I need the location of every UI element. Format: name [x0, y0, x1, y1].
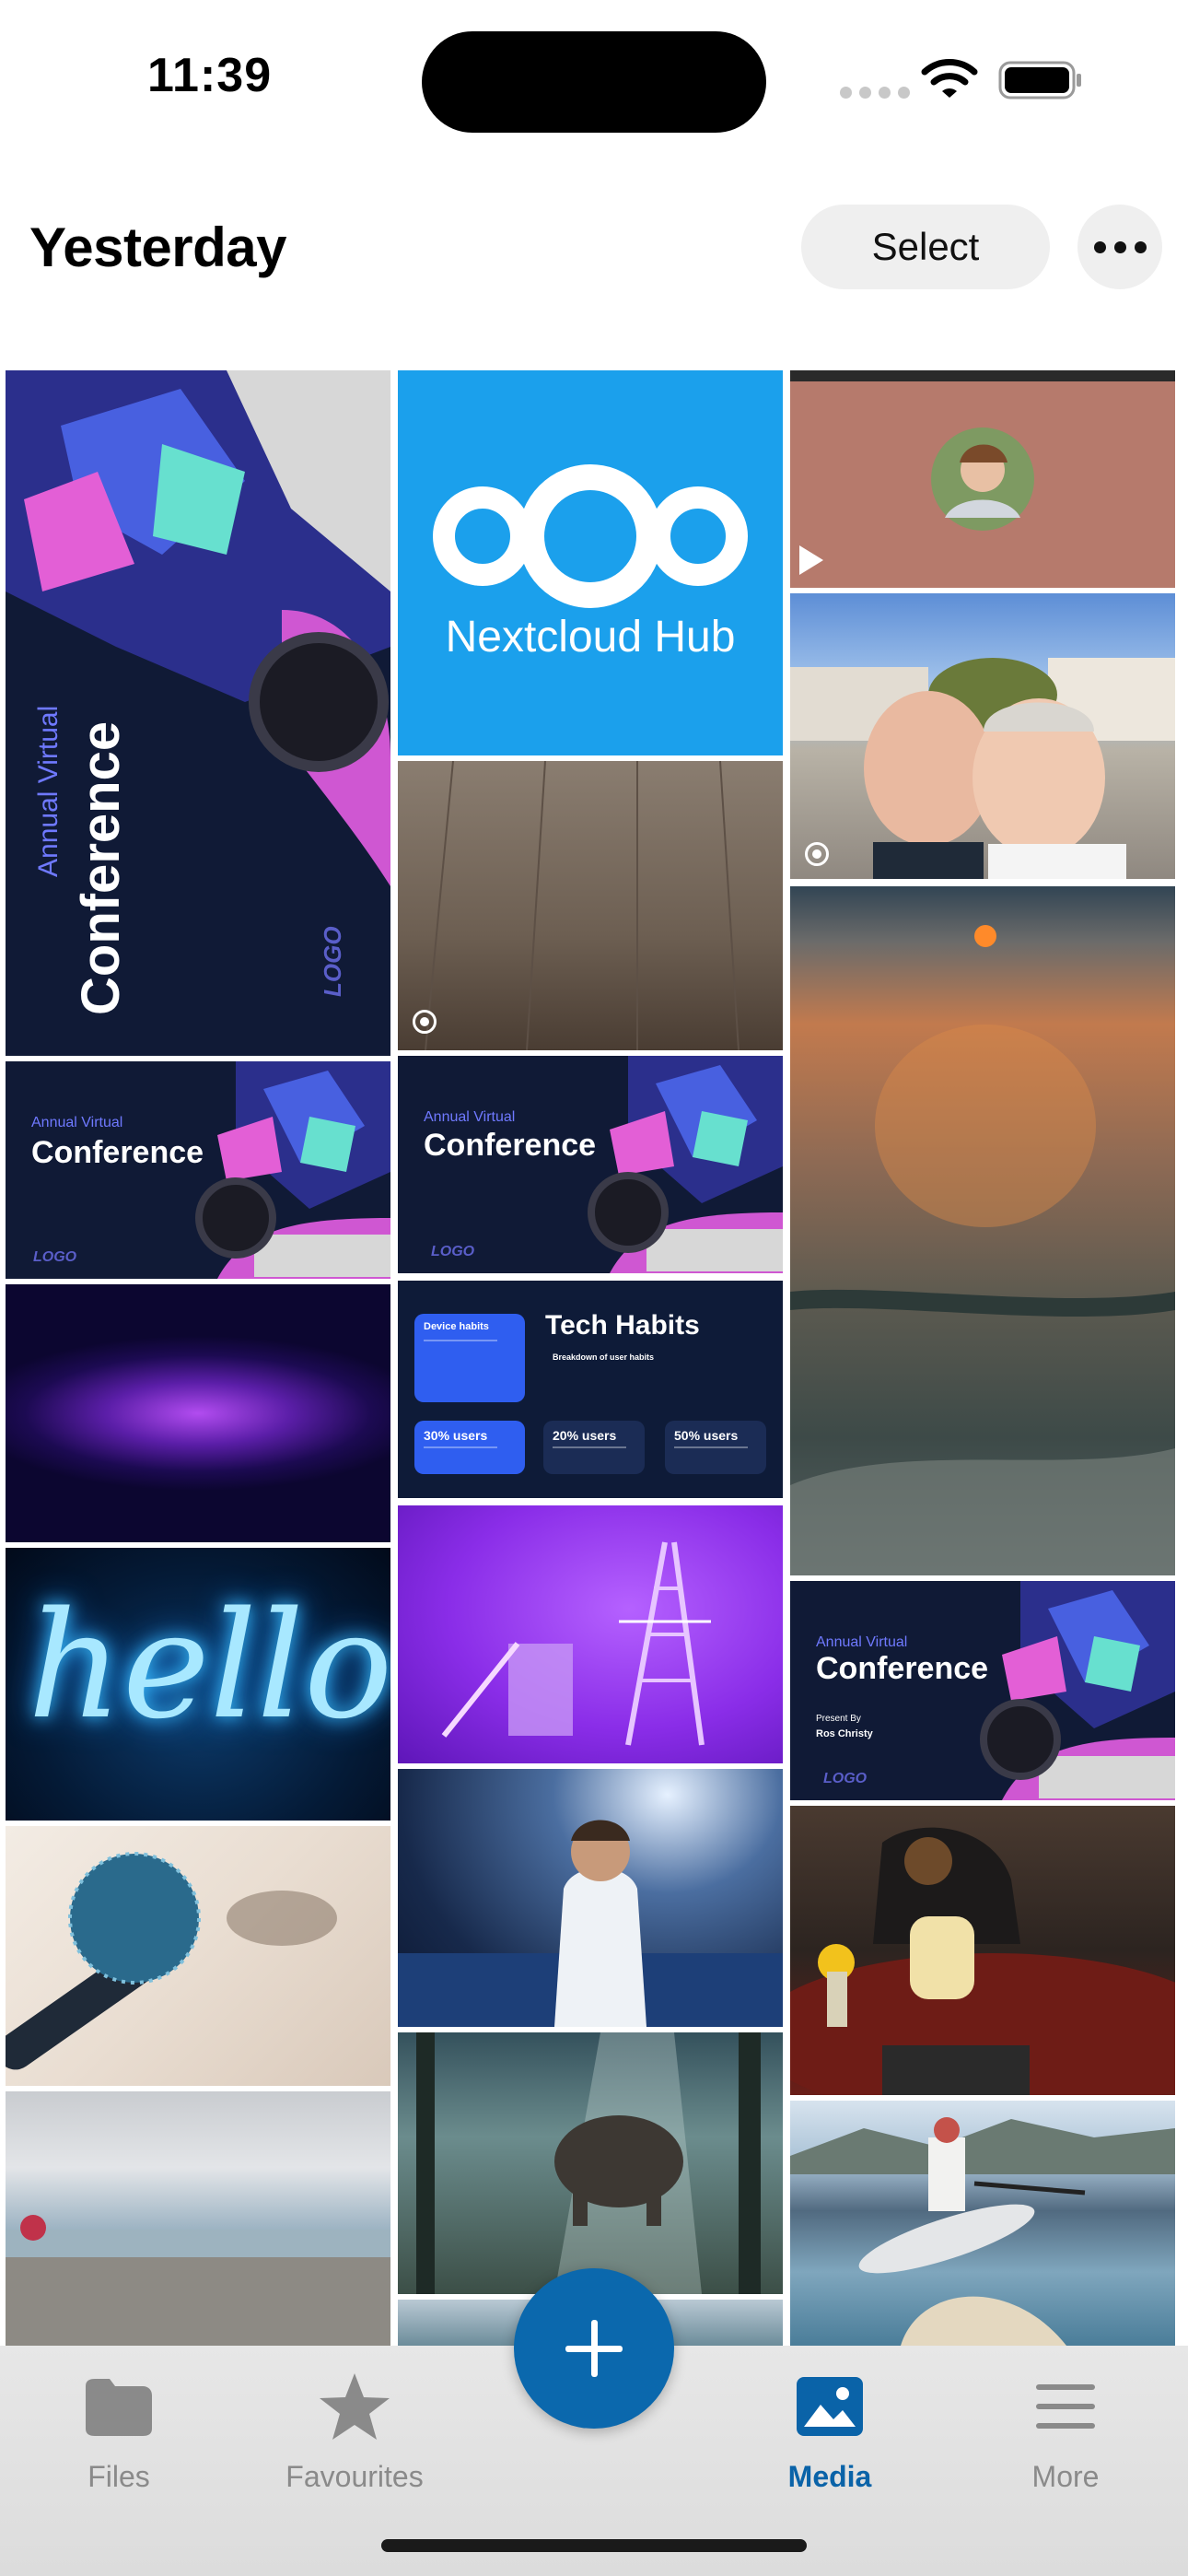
tech-card-50: 50% users [665, 1421, 766, 1474]
logo-text: LOGO [431, 1244, 475, 1259]
photo-tile-nextcloud-hub[interactable]: Nextcloud Hub [398, 370, 783, 755]
photo-tile-purple-ladder[interactable] [398, 1505, 783, 1763]
page-title: Yesterday [29, 217, 287, 278]
tab-favourites-label: Favourites [285, 2460, 424, 2493]
photo-tile-paddle-board[interactable] [790, 2101, 1175, 2346]
photo-tile-conference-3[interactable]: Annual Virtual Conference Present By Ros… [790, 1581, 1175, 1800]
tech-card-30: 30% users [414, 1421, 525, 1474]
conference-title: Conference [816, 1651, 989, 1686]
battery-icon [998, 61, 1081, 100]
logo-text: LOGO [33, 1249, 77, 1265]
tech-habits-title: Tech Habits [545, 1310, 700, 1341]
tab-favourites[interactable]: Favourites [236, 2346, 473, 2530]
conference-subtitle: Annual Virtual [31, 1115, 123, 1130]
dynamic-island [422, 31, 766, 133]
photo-tile-sunset-sea[interactable] [790, 886, 1175, 1575]
photo-tile-floor[interactable] [398, 761, 783, 1050]
image-icon [797, 2377, 863, 2436]
nextcloud-hub-text: Nextcloud Hub [445, 613, 736, 662]
select-button[interactable]: Select [801, 205, 1050, 289]
photo-tile-conference-portrait[interactable]: Annual Virtual Conference LOGO [6, 370, 390, 1056]
star-icon [320, 2373, 390, 2440]
conference-title: Conference [31, 1135, 204, 1170]
menu-icon [1036, 2384, 1095, 2429]
status-time: 11:39 [147, 49, 273, 102]
logo-text: LOGO [823, 1771, 868, 1786]
photo-tile-selfie[interactable] [790, 593, 1175, 879]
more-options-button[interactable] [1077, 205, 1162, 289]
tech-card-20: 20% users [543, 1421, 645, 1474]
tech-card-device-habits: Device habits [414, 1314, 525, 1402]
photo-tile-galaxy[interactable] [6, 1284, 390, 1542]
photo-tile-microphone[interactable] [6, 1826, 390, 2086]
tech-habits-subtitle: Breakdown of user habits [553, 1352, 655, 1362]
photo-tile-elephant[interactable] [398, 2032, 783, 2294]
tab-files-label: Files [87, 2460, 150, 2493]
tab-more-label: More [1031, 2460, 1100, 2493]
photo-tile-speaker[interactable] [398, 1769, 783, 2027]
conference-title: Conference [424, 1128, 597, 1163]
tab-media[interactable]: Media [711, 2346, 949, 2530]
cellular-signal-icon [840, 87, 910, 99]
conference-subtitle: Annual Virtual [33, 705, 64, 877]
live-photo-icon [805, 842, 829, 866]
photo-tile-beach[interactable] [6, 2091, 390, 2346]
presenter-name: Ros Christy [816, 1728, 873, 1739]
logo-text: LOGO [319, 926, 346, 997]
tab-more[interactable]: More [947, 2346, 1184, 2530]
conference-subtitle: Annual Virtual [816, 1634, 908, 1650]
photo-tile-cafe-dog[interactable] [790, 1806, 1175, 2095]
photo-tile-conference-2[interactable]: Annual Virtual Conference LOGO [398, 1056, 783, 1273]
folder-icon [86, 2379, 152, 2436]
tab-files[interactable]: Files [0, 2346, 238, 2530]
live-photo-icon [413, 1010, 437, 1034]
wifi-icon [921, 59, 978, 98]
video-tile-call[interactable] [790, 370, 1175, 588]
presenter-label: Present By [816, 1714, 861, 1724]
tab-media-label: Media [787, 2460, 872, 2493]
photo-tile-hello-neon[interactable]: hello [6, 1548, 390, 1821]
photo-tile-conference-1[interactable]: Annual Virtual Conference LOGO [6, 1061, 390, 1279]
add-button[interactable] [514, 2268, 674, 2429]
conference-title: Conference [71, 720, 131, 1015]
play-icon [799, 545, 823, 575]
photo-tile-tech-habits[interactable]: Tech Habits Breakdown of user habits Dev… [398, 1281, 783, 1498]
home-indicator[interactable] [381, 2539, 807, 2552]
hello-neon-text: hello [28, 1579, 390, 1751]
conference-subtitle: Annual Virtual [424, 1109, 516, 1125]
